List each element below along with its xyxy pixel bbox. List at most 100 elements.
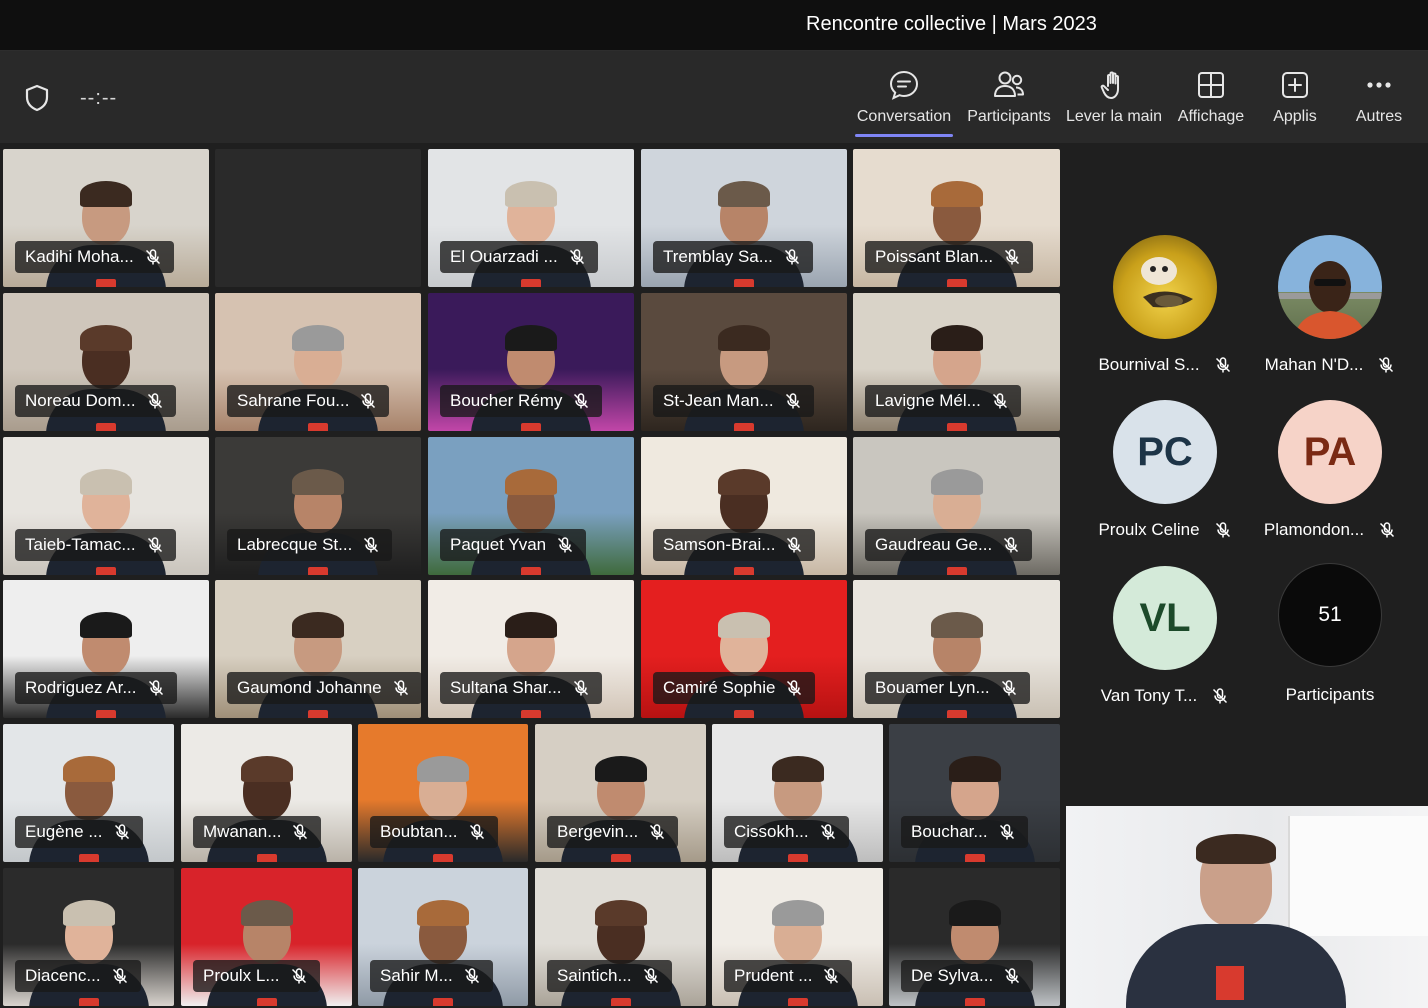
- meeting-title: Rencontre collective | Mars 2023: [806, 13, 1097, 35]
- video-tile[interactable]: Lavigne Mél...: [853, 293, 1060, 431]
- mic-muted-icon: [558, 537, 573, 553]
- video-tile[interactable]: Boubtan...: [358, 724, 528, 862]
- roster-person[interactable]: VL Van Tony T...: [1085, 566, 1245, 706]
- video-tile[interactable]: Camiré Sophie: [641, 580, 847, 718]
- video-tile[interactable]: Taieb-Tamac...: [3, 437, 209, 575]
- video-tile[interactable]: Saintich...: [535, 868, 706, 1006]
- roster-person[interactable]: Bournival S...: [1085, 235, 1245, 375]
- participant-nameplate: De Sylva...: [901, 960, 1034, 992]
- mic-muted-icon: [992, 393, 1007, 409]
- video-tile[interactable]: Noreau Dom...: [3, 293, 209, 431]
- video-tile[interactable]: Paquet Yvan: [428, 437, 634, 575]
- participant-name: Gaumond Johanne: [237, 678, 382, 697]
- more-button[interactable]: Autres: [1348, 51, 1410, 143]
- video-tile[interactable]: El Ouarzadi ...: [428, 149, 634, 287]
- video-tile[interactable]: Rodriguez Ar...: [3, 580, 209, 718]
- participant-name: Noreau Dom...: [25, 391, 136, 410]
- roster-person[interactable]: PC Proulx Celine: [1085, 400, 1245, 540]
- participant-nameplate: Taieb-Tamac...: [15, 529, 176, 561]
- avatar: PC: [1113, 400, 1217, 504]
- participant-nameplate: Tremblay Sa...: [653, 241, 813, 273]
- roster-person-name: Proulx Celine: [1098, 520, 1200, 539]
- video-tile[interactable]: St-Jean Man...: [641, 293, 847, 431]
- video-tile[interactable]: Labrecque St...: [215, 437, 421, 575]
- video-tile[interactable]: Kadihi Moha...: [3, 149, 209, 287]
- layout-button[interactable]: Affichage: [1174, 51, 1248, 143]
- video-tile[interactable]: Tremblay Sa...: [641, 149, 847, 287]
- participant-nameplate: Sultana Shar...: [440, 672, 602, 704]
- roster-person-name: Plamondon...: [1263, 520, 1365, 539]
- participant-nameplate: Labrecque St...: [227, 529, 393, 561]
- video-tile[interactable]: Eugène ...: [3, 724, 174, 862]
- roster-person[interactable]: PA Plamondon...: [1250, 400, 1410, 540]
- conversation-button[interactable]: Conversation: [855, 51, 953, 143]
- mic-muted-icon: [569, 249, 584, 265]
- meeting-timer: --:--: [80, 87, 118, 109]
- video-tile[interactable]: Sahir M...: [358, 868, 528, 1006]
- participant-nameplate: Paquet Yvan: [440, 529, 587, 561]
- apps-button[interactable]: Applis: [1262, 51, 1328, 143]
- video-tile[interactable]: Sultana Shar...: [428, 580, 634, 718]
- video-tile-empty[interactable]: [215, 149, 421, 287]
- mic-muted-icon: [787, 680, 802, 696]
- mic-muted-icon: [393, 680, 408, 696]
- more-icon: [1367, 82, 1391, 88]
- participant-name: Sultana Shar...: [450, 678, 562, 697]
- mic-muted-icon: [361, 393, 376, 409]
- shield-icon[interactable]: [24, 84, 50, 112]
- participants-overflow[interactable]: 51 Participants: [1250, 563, 1410, 705]
- participant-nameplate: Bergevin...: [547, 816, 679, 848]
- mic-muted-icon: [469, 824, 484, 840]
- mic-muted-icon: [820, 824, 835, 840]
- mic-muted-icon: [1380, 522, 1395, 538]
- meeting-window: Rencontre collective | Mars 2023 --:-- C…: [0, 0, 1428, 1008]
- video-tile[interactable]: Poissant Blan...: [853, 149, 1060, 287]
- self-view[interactable]: [1066, 806, 1428, 1008]
- participant-name: Proulx L...: [203, 966, 280, 985]
- participant-name: Eugène ...: [25, 822, 103, 841]
- video-tile[interactable]: De Sylva...: [889, 868, 1060, 1006]
- mic-muted-icon: [643, 968, 658, 984]
- video-tile[interactable]: Gaudreau Ge...: [853, 437, 1060, 575]
- participant-name: Camiré Sophie: [663, 678, 776, 697]
- self-hair: [1196, 834, 1276, 864]
- video-tile[interactable]: Bouamer Lyn...: [853, 580, 1060, 718]
- mic-muted-icon: [574, 393, 589, 409]
- video-tile[interactable]: Boucher Rémy: [428, 293, 634, 431]
- raise-hand-label: Lever la main: [1065, 108, 1163, 125]
- video-tile[interactable]: Sahrane Fou...: [215, 293, 421, 431]
- mic-muted-icon: [1005, 249, 1020, 265]
- video-tile[interactable]: Bouchar...: [889, 724, 1060, 862]
- participant-nameplate: Rodriguez Ar...: [15, 672, 177, 704]
- participant-nameplate: Sahir M...: [370, 960, 493, 992]
- apps-label: Applis: [1273, 108, 1317, 125]
- participant-nameplate: Lavigne Mél...: [865, 385, 1021, 417]
- participant-name: St-Jean Man...: [663, 391, 774, 410]
- participant-name: Diacenc...: [25, 966, 101, 985]
- self-badge: [1216, 966, 1244, 1000]
- participant-nameplate: Mwanan...: [193, 816, 322, 848]
- roster-person[interactable]: Mahan N'D...: [1250, 235, 1410, 375]
- participants-button[interactable]: Participants: [966, 51, 1052, 143]
- participant-name: Lavigne Mél...: [875, 391, 981, 410]
- participant-name: De Sylva...: [911, 966, 994, 985]
- participant-name: Boubtan...: [380, 822, 458, 841]
- avatar: [1113, 235, 1217, 339]
- video-tile[interactable]: Bergevin...: [535, 724, 706, 862]
- video-tile[interactable]: Cissokh...: [712, 724, 883, 862]
- raise-hand-button[interactable]: Lever la main: [1064, 51, 1164, 143]
- participant-name: Paquet Yvan: [450, 535, 547, 554]
- video-tile[interactable]: Samson-Brai...: [641, 437, 847, 575]
- video-tile[interactable]: Mwanan...: [181, 724, 352, 862]
- participant-nameplate: Bouchar...: [901, 816, 1028, 848]
- avatar: [1278, 235, 1382, 339]
- mic-muted-icon: [824, 968, 839, 984]
- video-tile[interactable]: Gaumond Johanne: [215, 580, 421, 718]
- participant-name: Samson-Brai...: [663, 535, 776, 554]
- roster-person-name: Mahan N'D...: [1264, 355, 1364, 374]
- video-tile[interactable]: Prudent ...: [712, 868, 883, 1006]
- video-tile[interactable]: Diacenc...: [3, 868, 174, 1006]
- mic-muted-icon: [784, 249, 799, 265]
- video-tile[interactable]: Proulx L...: [181, 868, 352, 1006]
- participant-nameplate: Saintich...: [547, 960, 672, 992]
